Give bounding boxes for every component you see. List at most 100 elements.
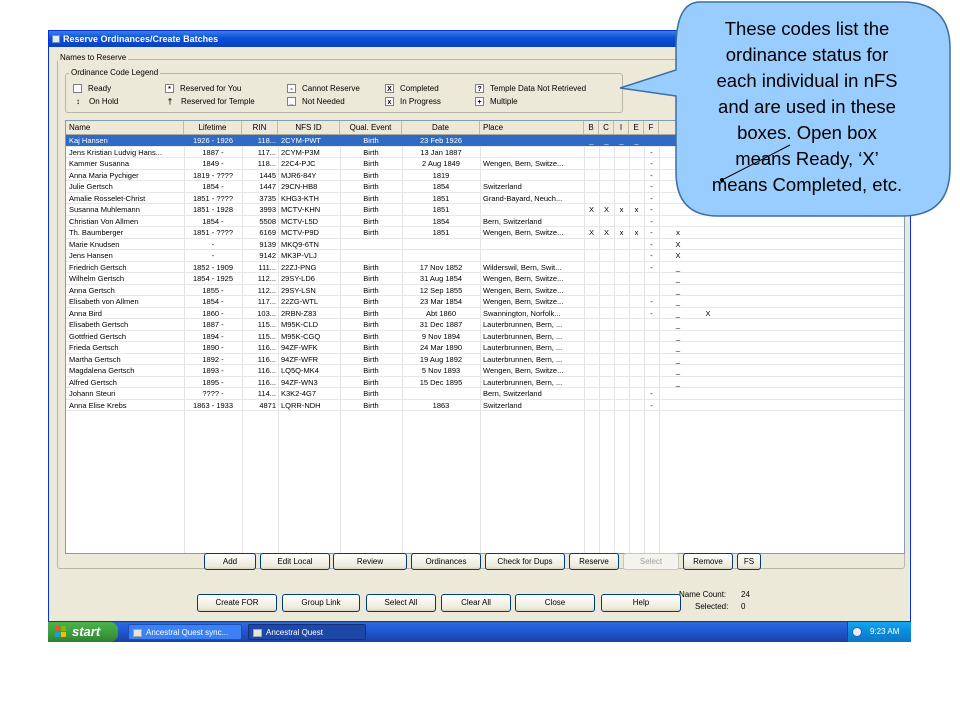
cell-lifetime: 1854 - (202, 182, 224, 191)
network-icon[interactable] (852, 627, 862, 637)
table-row[interactable]: Anna Gertsch 1855 - 112... 29SY-LSN Birth 12 … (66, 285, 904, 296)
table-row[interactable]: Marie Knudsen - 9139 MKQ9-6TN - X (66, 239, 904, 250)
taskbar-item-ancestral-quest[interactable]: Ancestral Quest (248, 624, 366, 640)
cell-g: _ (675, 297, 681, 306)
check-for-dups-button[interactable]: Check for Dups (485, 553, 565, 570)
column-header[interactable]: F (644, 121, 659, 134)
help-button[interactable]: Help (601, 594, 681, 612)
cell-rin: 3735 (259, 193, 276, 203)
cell-event: Birth (363, 389, 379, 398)
cell-rin: 112... (257, 274, 276, 283)
column-header[interactable]: Qual. Event (340, 121, 402, 134)
taskbar-item-sync[interactable]: Ancestral Quest sync... (128, 624, 242, 640)
cell-event: Birth (363, 182, 379, 191)
cell-g: x (676, 228, 680, 237)
cell-f: - (650, 182, 653, 191)
select-all-button[interactable]: Select All (366, 594, 436, 612)
cell-event: Birth (363, 274, 379, 283)
legend-symbol: * (165, 84, 174, 94)
column-header[interactable]: E (629, 121, 644, 134)
table-row[interactable]: Jens Hansen - 9142 MK3P-VLJ - X (66, 250, 904, 262)
cell-g: _ (675, 285, 681, 295)
review-button[interactable]: Review (333, 553, 407, 570)
cell-lifetime: 1894 - (202, 331, 224, 341)
close-button[interactable]: Close (515, 594, 595, 612)
cell-nfsid: 94ZF-WFR (281, 354, 319, 364)
clear-all-button[interactable]: Clear All (441, 594, 511, 612)
create-for-button[interactable]: Create FOR (197, 594, 277, 612)
cell-name: Anna Bird (69, 308, 102, 318)
table-row[interactable]: Magdalena Gertsch 1893 - 116... LQ5Q-MK4 Bir… (66, 365, 904, 377)
cell-g: _ (675, 377, 681, 387)
cell-name: Anna Elise Krebs (69, 400, 127, 410)
cell-g: _ (675, 343, 681, 352)
callout-line: ordinance status for (725, 44, 889, 65)
table-row[interactable]: Christian Von Allmen 1854 - 5508 MCTV-L5D Bi… (66, 216, 904, 227)
column-header[interactable]: Name (66, 121, 184, 134)
cell-event: Birth (363, 343, 379, 352)
cell-nfsid: MCTV-L5D (281, 216, 319, 226)
cell-nfsid: 22ZG-WTL (281, 297, 319, 306)
group-link-button[interactable]: Group Link (282, 594, 360, 612)
fs-button[interactable]: FS (737, 553, 761, 570)
table-row[interactable]: Frieda Gertsch 1890 - 116... 94ZF-WFK Birth 2… (66, 342, 904, 354)
cell-rin: 112... (257, 285, 276, 295)
cell-f: - (650, 205, 653, 214)
cell-nfsid: M95K-CGQ (281, 331, 321, 341)
remove-button[interactable]: Remove (683, 553, 733, 570)
table-row[interactable]: Th. Baumberger 1851 - ???? 6169 MCTV-P9D Bir… (66, 227, 904, 239)
table-row[interactable]: Anna Elise Krebs 1863 - 1933 4871 LQRR-NDH B… (66, 400, 904, 411)
table-row[interactable]: Susanna Muhlemann 1851 - 1928 3993 MCTV-KHN… (66, 204, 904, 216)
cell-place: Bern, Switzerland (483, 216, 542, 226)
select-button: Select (623, 553, 679, 570)
column-header[interactable]: Lifetime (184, 121, 242, 134)
cell-g: _ (675, 274, 681, 283)
table-row[interactable]: Gottfried Gertsch 1894 - 115... M95K-CGQ Bir… (66, 331, 904, 342)
cell-f: - (650, 251, 653, 260)
add-button[interactable]: Add (204, 553, 256, 570)
cell-rin: 116... (257, 377, 276, 387)
cell-rin: 116... (257, 366, 276, 375)
legend-symbol: ? (475, 84, 484, 94)
table-row[interactable]: Friedrich Gertsch 1852 - 1909 111... 22ZJ-P… (66, 262, 904, 273)
edit-local-button[interactable]: Edit Local (260, 553, 330, 570)
column-header[interactable]: NFS ID (278, 121, 340, 134)
cell-name: Alfred Gertsch (69, 377, 117, 387)
cell-date: 1854 (432, 216, 450, 226)
column-header[interactable]: RIN (242, 121, 278, 134)
cell-rin: 3993 (259, 205, 276, 214)
cell-f: - (650, 216, 653, 226)
ordinances-button[interactable]: Ordinances (411, 553, 481, 570)
cell-rin: 116... (257, 354, 276, 364)
column-header[interactable]: Date (402, 121, 480, 134)
cell-lifetime: 1887 - (202, 147, 224, 157)
table-row[interactable]: Alfred Gertsch 1895 - 116... 94ZF-WN3 Birth 1… (66, 377, 904, 388)
cell-g: _ (675, 262, 681, 272)
cell-event: Birth (363, 193, 379, 203)
cell-g: X (675, 239, 681, 249)
column-header[interactable]: Place (480, 121, 584, 134)
cell-lifetime: - (211, 239, 215, 249)
cell-lifetime: 1854 - (202, 297, 224, 306)
legend-symbol: + (475, 97, 484, 107)
cell-date: 9 Nov 1894 (421, 331, 461, 341)
cell-name: Amalie Rosselet-Christ (69, 193, 146, 203)
table-row[interactable]: Anna Bird 1860 - 103... 2RBN-Z83 Birth Abt 18… (66, 308, 904, 319)
cell-nfsid: MKQ9-6TN (281, 239, 319, 249)
table-row[interactable]: Wilhelm Gertsch 1854 - 1925 112... 29SY-LD6… (66, 273, 904, 285)
reserve-button[interactable]: Reserve (569, 553, 619, 570)
column-header[interactable]: I (614, 121, 629, 134)
cell-rin: 118... (257, 159, 276, 168)
table-row[interactable]: Martha Gertsch 1892 - 116... 94ZF-WFR Birth 1… (66, 354, 904, 365)
start-button[interactable]: start (48, 622, 118, 642)
cell-name: Kammer Susanna (69, 159, 130, 168)
cell-f: - (650, 308, 653, 318)
table-row[interactable]: Elisabeth von Allmen 1854 - 117... 22ZG-WTL… (66, 296, 904, 308)
table-row[interactable]: Elisabeth Gertsch 1887 - 115... M95K-CLD Bir… (66, 319, 904, 331)
column-header[interactable]: B (584, 121, 599, 134)
cell-f: - (650, 297, 653, 306)
cell-rin: 117... (257, 147, 276, 157)
table-row[interactable]: Johann Steuri ???? - 114... K3K2-4G7 Birth Be… (66, 388, 904, 400)
column-header[interactable]: C (599, 121, 614, 134)
cell-g: _ (675, 354, 681, 364)
